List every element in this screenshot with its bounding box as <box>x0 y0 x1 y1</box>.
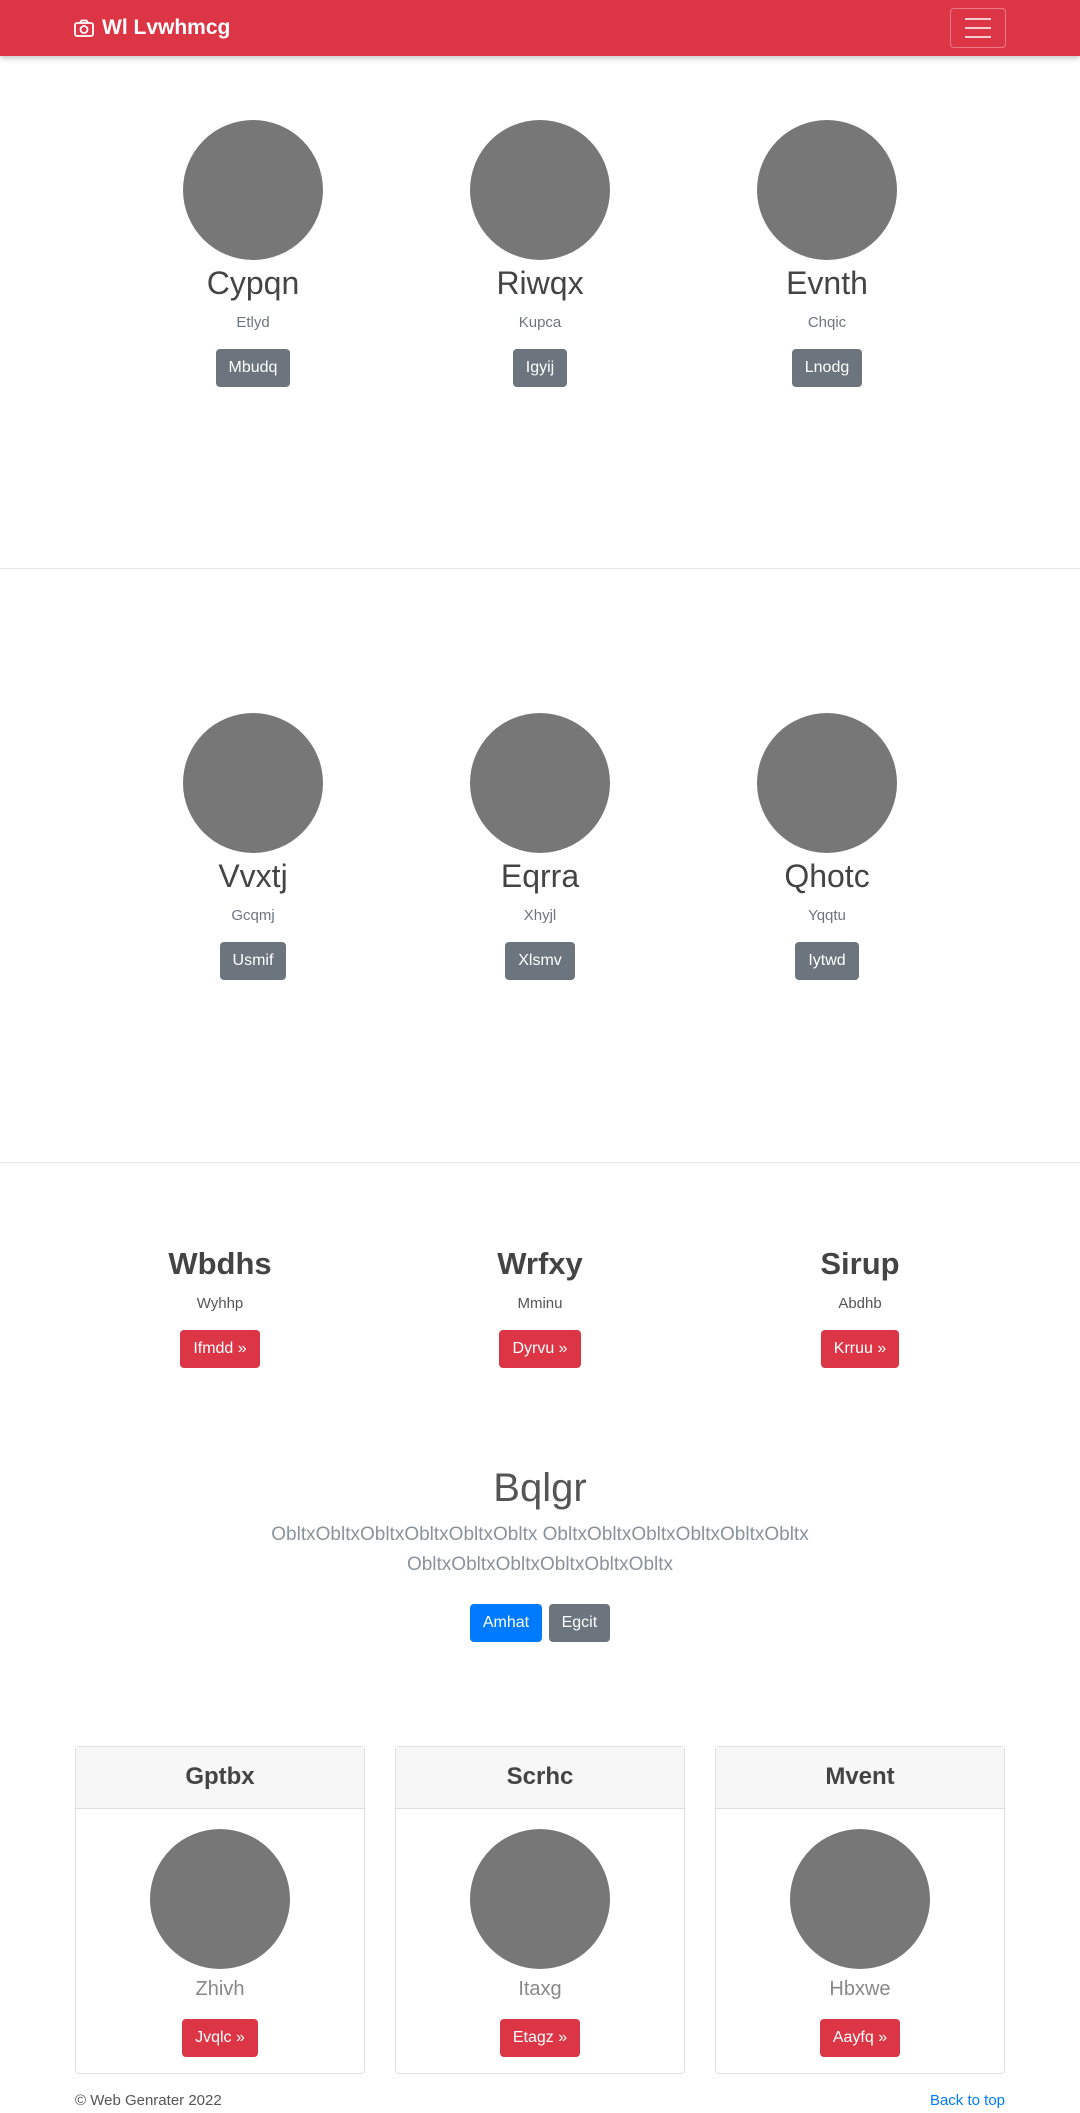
avatar-placeholder <box>790 1829 930 1969</box>
section-divider <box>0 568 1080 569</box>
feature-column: Wbdhs Wyhhp Ifmdd » <box>70 1244 370 1368</box>
team-member: Riwqx Kupca Igyij <box>420 120 660 387</box>
card-name: Itaxg <box>518 1978 562 2000</box>
team-member-name: Riwqx <box>496 265 584 301</box>
team-member-subtitle: Yqqtu <box>808 907 846 924</box>
brand-text: Wl Lvwhmcg <box>102 16 231 39</box>
team-member-button[interactable]: Mbudq <box>215 349 291 387</box>
avatar-placeholder <box>470 120 610 260</box>
card-button[interactable]: Jvqlc » <box>182 2019 258 2057</box>
feature-column: Wrfxy Mminu Dyrvu » <box>390 1244 690 1368</box>
hero-lead-text: ObltxObltxObltxObltxObltxObltx ObltxOblt… <box>271 1524 809 1575</box>
team-member-subtitle: Gcqmj <box>231 907 275 924</box>
navbar-toggler-button[interactable] <box>950 8 1006 48</box>
avatar-placeholder <box>757 713 897 853</box>
team-member-button[interactable]: Xlsmv <box>505 942 575 980</box>
feature-button[interactable]: Dyrvu » <box>499 1330 581 1368</box>
footer-copyright: © Web Genrater 2022 <box>75 2092 222 2109</box>
team-member-subtitle: Etlyd <box>236 314 270 331</box>
hero-title: Bqlgr <box>493 1466 587 1510</box>
hamburger-menu-icon <box>965 18 991 20</box>
hero-primary-button[interactable]: Amhat <box>469 1604 543 1642</box>
card-header: Scrhc <box>396 1747 684 1809</box>
feature-subtitle: Abdhb <box>838 1295 882 1312</box>
avatar-placeholder <box>757 120 897 260</box>
team-member: Qhotc Yqqtu Iytwd <box>707 713 947 980</box>
team-member-button[interactable]: Iytwd <box>795 942 859 980</box>
team-member-subtitle: Kupca <box>518 314 562 331</box>
team-member-name: Vvxtj <box>218 858 288 894</box>
team-member: Vvxtj Gcqmj Usmif <box>133 713 373 980</box>
feature-title: Wbdhs <box>168 1246 272 1281</box>
team-member-button[interactable]: Igyij <box>512 349 568 387</box>
hero-section: Bqlgr ObltxObltxObltxObltxObltxObltx Obl… <box>0 1462 1080 1642</box>
pricing-card: Scrhc Itaxg Etagz » <box>395 1746 685 2074</box>
navbar-brand[interactable]: Wl Lvwhmcg <box>74 14 230 42</box>
team-member-name: Evnth <box>786 265 868 301</box>
pricing-card: Mvent Hbxwe Aayfq » <box>715 1746 1005 2074</box>
team-member: Cypqn Etlyd Mbudq <box>133 120 373 387</box>
team-member: Evnth Chqic Lnodg <box>707 120 947 387</box>
feature-title: Wrfxy <box>497 1246 583 1281</box>
pricing-card: Gptbx Zhivh Jvqlc » <box>75 1746 365 2074</box>
section-divider <box>0 1162 1080 1163</box>
avatar-placeholder <box>470 713 610 853</box>
feature-title: Sirup <box>820 1246 900 1281</box>
team-member-subtitle: Xhyjl <box>523 907 557 924</box>
hero-secondary-button[interactable]: Egcit <box>548 1604 611 1642</box>
feature-subtitle: Wyhhp <box>196 1295 244 1312</box>
card-button[interactable]: Etagz » <box>499 2019 581 2057</box>
feature-button[interactable]: Ifmdd » <box>180 1330 260 1368</box>
card-header: Mvent <box>716 1747 1004 1809</box>
feature-subtitle: Mminu <box>517 1295 563 1312</box>
feature-column: Sirup Abdhb Krruu » <box>710 1244 1010 1368</box>
card-name: Zhivh <box>195 1978 245 2000</box>
navbar: Wl Lvwhmcg <box>0 0 1080 56</box>
back-to-top-link[interactable]: Back to top <box>930 2092 1005 2109</box>
team-member-name: Cypqn <box>206 265 300 301</box>
card-header: Gptbx <box>76 1747 364 1809</box>
team-member: Eqrra Xhyjl Xlsmv <box>420 713 660 980</box>
card-name: Hbxwe <box>829 1978 891 2000</box>
avatar-placeholder <box>470 1829 610 1969</box>
camera-icon <box>74 19 94 37</box>
team-member-button[interactable]: Lnodg <box>791 349 863 387</box>
avatar-placeholder <box>150 1829 290 1969</box>
hero-buttons: Amhat Egcit <box>0 1604 1080 1642</box>
team-member-button[interactable]: Usmif <box>219 942 287 980</box>
card-button[interactable]: Aayfq » <box>819 2019 901 2057</box>
feature-button[interactable]: Krruu » <box>820 1330 900 1368</box>
avatar-placeholder <box>183 120 323 260</box>
avatar-placeholder <box>183 713 323 853</box>
team-member-name: Qhotc <box>784 858 870 894</box>
team-member-subtitle: Chqic <box>807 314 847 331</box>
team-member-name: Eqrra <box>500 858 580 894</box>
